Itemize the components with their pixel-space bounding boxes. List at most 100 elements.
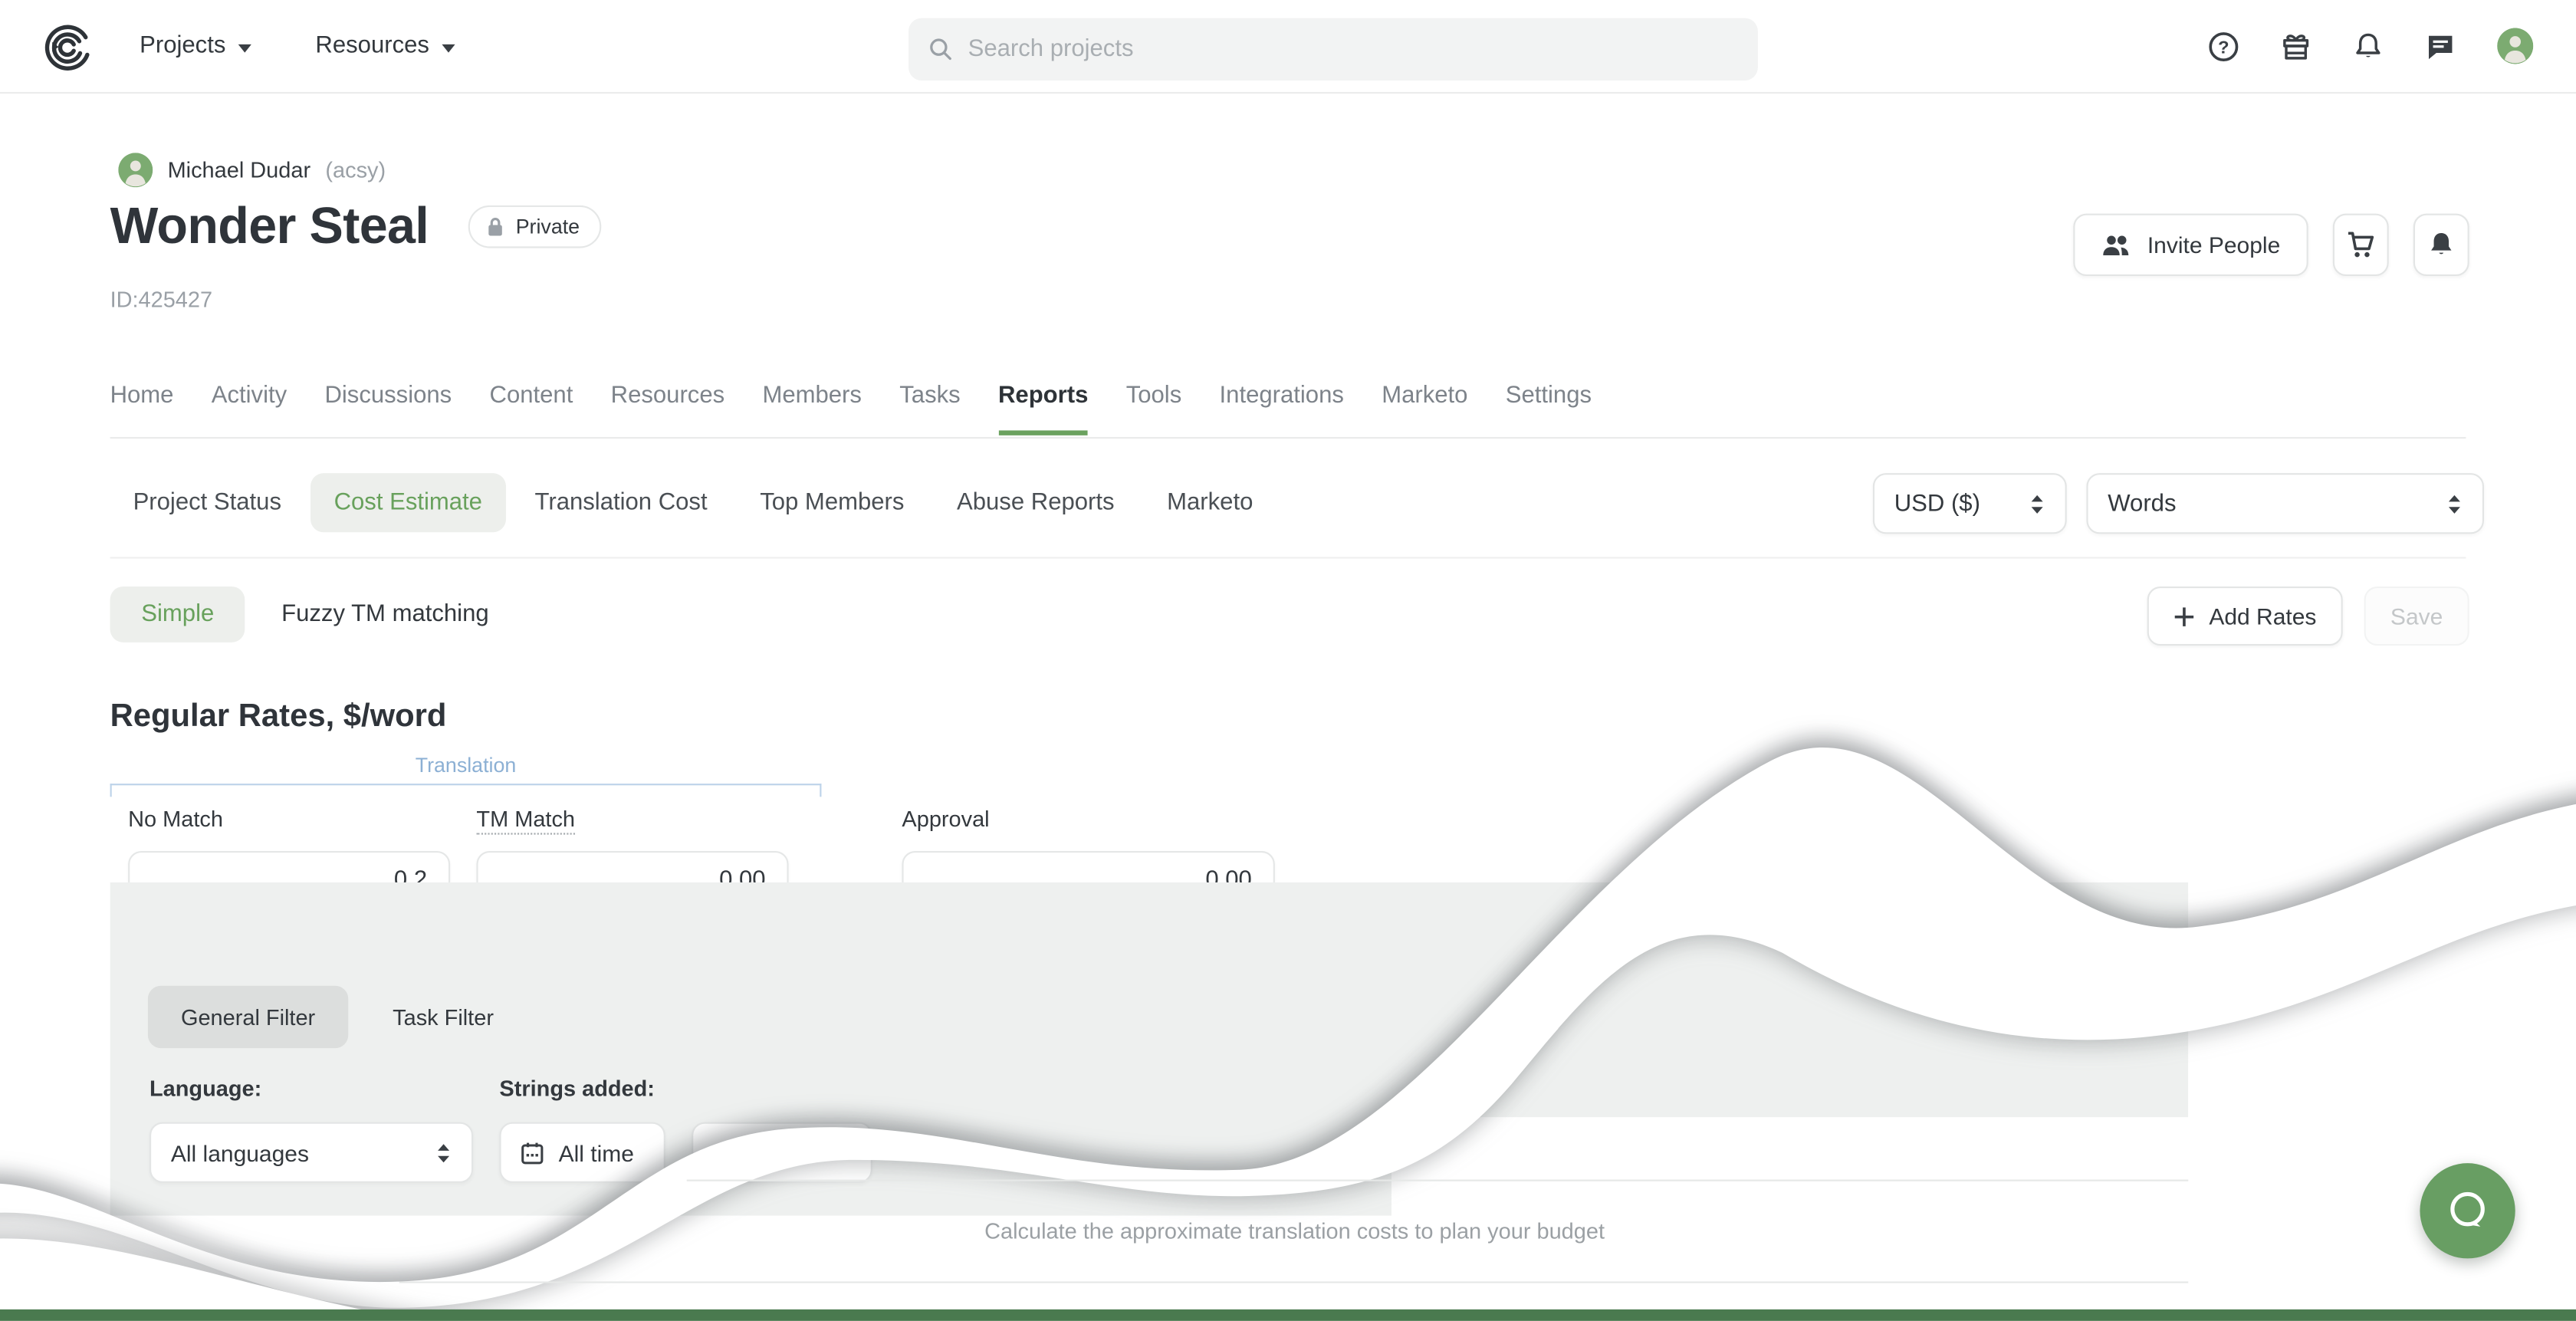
privacy-badge-label: Private <box>516 215 580 238</box>
task-filter-label: Task Filter <box>393 1004 494 1029</box>
language-select-value: All languages <box>171 1139 309 1165</box>
date-range-value: All time <box>559 1139 634 1165</box>
tab-activity[interactable]: Activity <box>212 383 287 435</box>
search-input[interactable] <box>968 36 1739 62</box>
filters-panel: General Filter Task Filter Language: All… <box>110 882 2189 1216</box>
owner-avatar[interactable] <box>118 153 153 187</box>
rates-heading: Regular Rates, $/word <box>110 698 447 736</box>
lock-icon <box>485 215 506 238</box>
translation-group-bracket <box>110 784 822 797</box>
projects-menu[interactable]: Projects <box>140 0 252 92</box>
calendar-icon <box>519 1139 545 1165</box>
save-label: Save <box>2390 603 2443 629</box>
navbar-icons: ? <box>2208 0 2533 92</box>
date-range-button[interactable]: All time <box>499 1122 665 1183</box>
subtab-project-status[interactable]: Project Status <box>110 473 304 532</box>
resources-menu-label: Resources <box>315 33 429 59</box>
page-title: Wonder Steal <box>110 197 429 256</box>
calendar-filled-icon <box>711 1139 738 1165</box>
task-filter-tab[interactable]: Task Filter <box>370 986 517 1048</box>
crowdin-logo-icon[interactable] <box>43 21 94 72</box>
projects-menu-label: Projects <box>140 33 225 59</box>
tab-reports[interactable]: Reports <box>998 383 1088 435</box>
wave-corner <box>0 1238 591 1320</box>
translation-group-label: Translation <box>110 754 822 777</box>
page: Projects Resources ? <box>0 0 2576 1321</box>
project-tabs: Home Activity Discussions Content Resour… <box>110 383 1592 435</box>
cart-icon <box>2345 230 2377 260</box>
subtabs-divider <box>110 557 2466 558</box>
tab-settings[interactable]: Settings <box>1506 383 1592 435</box>
tab-members[interactable]: Members <box>762 383 862 435</box>
unit-select-value: Words <box>2108 491 2176 517</box>
currency-select-value: USD ($) <box>1894 491 1980 517</box>
chat-bubble-icon <box>2440 1183 2496 1239</box>
cost-estimate-hint: Calculate the approximate translation co… <box>664 1219 1926 1244</box>
subtab-translation-cost[interactable]: Translation Cost <box>512 473 731 532</box>
tm-match-label: TM Match <box>476 807 575 831</box>
save-button[interactable]: Save <box>2364 587 2469 646</box>
owner-handle: (acsy) <box>325 158 386 182</box>
project-id: ID:425427 <box>110 288 213 312</box>
bell-filled-icon <box>2426 230 2456 260</box>
approval-label: Approval <box>902 807 989 831</box>
project-notifications-button[interactable] <box>2413 214 2469 276</box>
svg-text:?: ? <box>2218 36 2229 56</box>
select-arrows-icon <box>2446 492 2463 515</box>
cart-button[interactable] <box>2333 214 2389 276</box>
mode-simple[interactable]: Simple <box>110 587 245 642</box>
unit-select[interactable]: Words <box>2086 473 2484 534</box>
tab-discussions[interactable]: Discussions <box>324 383 452 435</box>
gift-icon[interactable] <box>2280 31 2312 62</box>
add-rates-label: Add Rates <box>2209 603 2316 629</box>
notifications-bell-icon[interactable] <box>2353 31 2384 62</box>
search-bar[interactable] <box>909 18 1758 81</box>
tab-tasks[interactable]: Tasks <box>899 383 960 435</box>
mode-fuzzy-tm-matching[interactable]: Fuzzy TM matching <box>245 587 525 642</box>
chevron-down-icon <box>239 44 252 52</box>
language-label: Language: <box>150 1076 261 1101</box>
messages-icon[interactable] <box>2425 31 2456 62</box>
strings-added-label: Strings added: <box>499 1076 655 1101</box>
subtab-cost-estimate[interactable]: Cost Estimate <box>311 473 505 532</box>
tabs-divider <box>110 437 2466 439</box>
project-title-row: Wonder Steal Private <box>110 197 601 256</box>
select-arrows-icon <box>2029 492 2045 515</box>
privacy-badge: Private <box>468 205 601 248</box>
add-rates-button[interactable]: Add Rates <box>2147 587 2343 646</box>
tab-resources[interactable]: Resources <box>611 383 725 435</box>
header-actions: Invite People <box>2073 214 2469 276</box>
support-chat-button[interactable] <box>2420 1163 2515 1258</box>
tab-tools[interactable]: Tools <box>1126 383 1182 435</box>
project-owner-row: Michael Dudar (acsy) <box>118 153 386 187</box>
general-filter-label: General Filter <box>181 1004 315 1029</box>
subtab-abuse-reports[interactable]: Abuse Reports <box>934 473 1138 532</box>
footer-divider-top <box>687 1180 2189 1181</box>
general-filter-tab[interactable]: General Filter <box>148 986 348 1048</box>
rates-actions: Add Rates Save <box>2147 587 2469 646</box>
footer-divider-bottom <box>399 1281 2189 1283</box>
tab-marketo[interactable]: Marketo <box>1382 383 1467 435</box>
invite-people-label: Invite People <box>2147 232 2280 258</box>
people-icon <box>2101 232 2133 257</box>
tab-integrations[interactable]: Integrations <box>1220 383 1344 435</box>
bottom-green-bar <box>0 1309 2576 1321</box>
language-select[interactable]: All languages <box>150 1122 473 1183</box>
report-subtabs: Project Status Cost Estimate Translation… <box>110 473 1276 532</box>
currency-select[interactable]: USD ($) <box>1873 473 2067 534</box>
select-arrows-icon <box>435 1141 452 1164</box>
search-icon <box>928 36 954 62</box>
date-range-end-button[interactable] <box>692 1122 872 1183</box>
subtab-marketo[interactable]: Marketo <box>1144 473 1276 532</box>
help-icon[interactable]: ? <box>2208 31 2239 62</box>
tab-content[interactable]: Content <box>490 383 573 435</box>
tab-home[interactable]: Home <box>110 383 174 435</box>
subtab-top-members[interactable]: Top Members <box>737 473 927 532</box>
owner-name[interactable]: Michael Dudar <box>168 158 311 182</box>
invite-people-button[interactable]: Invite People <box>2073 214 2308 276</box>
resources-menu[interactable]: Resources <box>315 0 455 92</box>
user-avatar[interactable] <box>2497 28 2533 64</box>
rates-mode-toggle: Simple Fuzzy TM matching <box>110 587 525 642</box>
no-match-label: No Match <box>128 807 223 831</box>
top-navbar: Projects Resources ? <box>0 0 2576 94</box>
